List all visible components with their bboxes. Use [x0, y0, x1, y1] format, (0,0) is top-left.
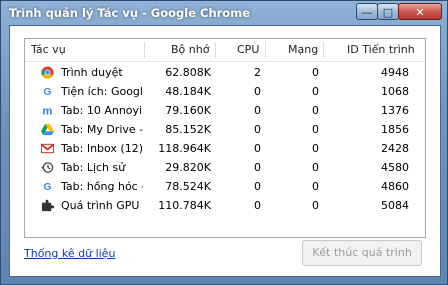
memory-value: 29.820K	[165, 161, 211, 174]
cpu-value: 0	[254, 104, 261, 117]
google-icon: G	[41, 85, 54, 98]
table-row[interactable]: m Tab: 10 Annoyi... 79.160K 0 0 1376	[25, 101, 425, 120]
table-row[interactable]: Tab: Lịch sử 29.820K 0 0 4580	[25, 158, 425, 177]
minimize-button[interactable]: —	[356, 3, 378, 20]
svg-text:G: G	[44, 87, 52, 98]
maximize-button[interactable]: □	[377, 3, 399, 20]
cpu-value: 0	[254, 180, 261, 193]
network-value: 0	[312, 161, 319, 174]
history-icon	[41, 162, 54, 173]
column-header-cpu[interactable]: CPU	[237, 39, 259, 61]
memory-value: 79.160K	[165, 104, 211, 117]
cpu-value: 0	[254, 161, 261, 174]
pid-value: 4860	[381, 180, 409, 193]
network-value: 0	[312, 66, 319, 79]
pid-value: 2428	[381, 142, 409, 155]
end-process-button[interactable]: Kết thúc quá trình	[302, 240, 422, 266]
table-row[interactable]: Tab: Inbox (12)... 118.964K 0 0 2428	[25, 139, 425, 158]
column-divider[interactable]	[215, 42, 216, 58]
task-name: Quá trình GPU	[61, 199, 140, 212]
process-table[interactable]: Tác vụ Bộ nhớ CPU Mạng ID Tiến trình Trì…	[24, 38, 426, 238]
pid-value: 4948	[381, 66, 409, 79]
task-name: Tiện ích: Googl...	[61, 85, 143, 98]
task-name: Tab: hồng hóc -...	[61, 180, 143, 193]
network-value: 0	[312, 199, 319, 212]
table-row[interactable]: G Tab: hồng hóc -... 78.524K 0 0 4860	[25, 177, 425, 196]
puzzle-icon	[41, 199, 54, 212]
svg-text:m: m	[43, 106, 53, 117]
cpu-value: 0	[254, 199, 261, 212]
task-manager-window: Trình quản lý Tác vụ - Google Chrome — □…	[0, 0, 448, 285]
google-icon: G	[41, 180, 54, 193]
dialog-client-area: Tác vụ Bộ nhớ CPU Mạng ID Tiến trình Trì…	[9, 25, 441, 277]
task-name: Tab: My Drive -...	[61, 123, 143, 136]
title-bar[interactable]: Trình quản lý Tác vụ - Google Chrome — □…	[1, 1, 447, 25]
task-name: Tab: Lịch sử	[61, 161, 126, 174]
network-value: 0	[312, 104, 319, 117]
column-header-task[interactable]: Tác vụ	[31, 39, 66, 61]
cpu-value: 0	[254, 142, 261, 155]
cpu-value: 0	[254, 123, 261, 136]
memory-value: 118.964K	[158, 142, 211, 155]
task-name: Tab: 10 Annoyi...	[61, 104, 143, 117]
table-row[interactable]: Quá trình GPU 110.784K 0 0 5084	[25, 196, 425, 215]
annoying-m-icon: m	[41, 104, 54, 117]
pid-value: 1376	[381, 104, 409, 117]
column-divider[interactable]	[323, 42, 324, 58]
network-value: 0	[312, 85, 319, 98]
column-divider[interactable]	[144, 42, 145, 58]
table-row[interactable]: Trình duyệt 62.808K 2 0 4948	[25, 63, 425, 82]
memory-value: 85.152K	[165, 123, 211, 136]
stats-for-nerds-link[interactable]: Thống kê dữ liệu	[24, 247, 115, 260]
column-header-pid[interactable]: ID Tiến trình	[347, 39, 415, 61]
window-title: Trình quản lý Tác vụ - Google Chrome	[9, 6, 250, 20]
memory-value: 110.784K	[158, 199, 211, 212]
close-button[interactable]: ✕	[398, 3, 442, 20]
task-name: Tab: Inbox (12)...	[61, 142, 143, 155]
column-divider[interactable]	[265, 42, 266, 58]
memory-value: 78.524K	[165, 180, 211, 193]
gmail-icon	[41, 143, 54, 154]
task-name: Trình duyệt	[61, 66, 123, 79]
google-drive-icon	[41, 123, 54, 136]
cpu-value: 2	[254, 66, 261, 79]
network-value: 0	[312, 142, 319, 155]
pid-value: 5084	[381, 199, 409, 212]
cpu-value: 0	[254, 85, 261, 98]
memory-value: 48.184K	[165, 85, 211, 98]
svg-text:G: G	[44, 182, 52, 193]
column-header-network[interactable]: Mạng	[288, 39, 318, 61]
memory-value: 62.808K	[165, 66, 211, 79]
pid-value: 1856	[381, 123, 409, 136]
table-row[interactable]: G Tiện ích: Googl... 48.184K 0 0 1068	[25, 82, 425, 101]
pid-value: 1068	[381, 85, 409, 98]
network-value: 0	[312, 180, 319, 193]
chrome-icon	[41, 66, 54, 79]
pid-value: 4580	[381, 161, 409, 174]
network-value: 0	[312, 123, 319, 136]
table-row[interactable]: Tab: My Drive -... 85.152K 0 0 1856	[25, 120, 425, 139]
column-header-memory[interactable]: Bộ nhớ	[171, 39, 209, 61]
table-header: Tác vụ Bộ nhớ CPU Mạng ID Tiến trình	[25, 39, 425, 62]
